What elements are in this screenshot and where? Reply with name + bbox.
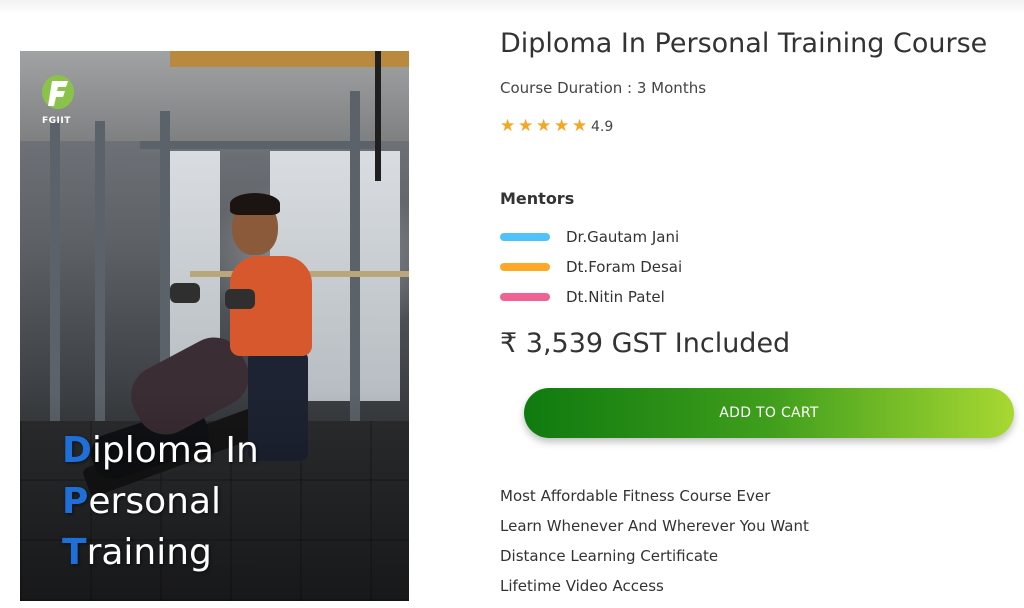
feature-list: Most Affordable Fitness Course Ever Lear… [500,481,809,601]
star-icon: ★ [554,116,570,136]
header-shadow [0,0,1024,14]
dumbbell [225,289,255,309]
image-title-text: iploma In [91,430,259,471]
mentor-color-bar [500,293,550,301]
machine-post [95,121,105,431]
image-title-initial: D [62,430,92,471]
mentor-name: Dt.Nitin Patel [566,288,665,306]
star-icon: ★ [500,116,516,136]
star-icon: ★ [572,116,588,136]
feature-item: Learn Whenever And Wherever You Want [500,517,809,535]
feature-item: Distance Learning Certificate [500,547,719,565]
add-to-cart-button[interactable]: ADD TO CART [524,388,1014,438]
image-title: Diploma In Personal Training [62,425,402,578]
course-image: FGIIT Diploma In Personal Training [20,51,409,601]
machine-post [50,121,60,431]
course-price: ₹ 3,539 GST Included [500,328,791,359]
rating-value: 4.9 [591,118,614,135]
trainer-hair [230,193,280,215]
image-title-text: raining [86,532,212,573]
rack-bar [140,141,380,149]
cable [375,51,381,181]
course-rating: ★ ★ ★ ★ ★ 4.9 [500,118,613,135]
image-title-initial: P [62,481,89,522]
fgiit-logo-icon [42,75,74,109]
image-title-initial: T [62,532,87,573]
feature-item: Most Affordable Fitness Course Ever [500,487,771,505]
mentor-name: Dt.Foram Desai [566,258,683,276]
star-icon: ★ [518,116,534,136]
feature-item: Lifetime Video Access [500,577,664,595]
image-title-text: ersonal [88,481,221,522]
course-duration: Course Duration : 3 Months [500,79,707,97]
mentor-item: Dr.Gautam Jani [500,228,679,246]
image-title-line: Personal [62,476,402,527]
mentor-item: Dt.Foram Desai [500,258,682,276]
course-title: Diploma In Personal Training Course [500,28,988,59]
dumbbell [170,283,200,303]
mentors-heading: Mentors [500,189,575,208]
image-ceiling-trim [170,51,409,67]
star-icon: ★ [536,116,552,136]
mentor-name: Dr.Gautam Jani [566,228,680,246]
mentor-color-bar [500,233,550,241]
logo-text: FGIIT [42,116,71,126]
image-title-line: Training [62,527,402,578]
mentor-item: Dt.Nitin Patel [500,288,665,306]
image-title-line: Diploma In [62,425,402,476]
mentor-color-bar [500,263,550,271]
